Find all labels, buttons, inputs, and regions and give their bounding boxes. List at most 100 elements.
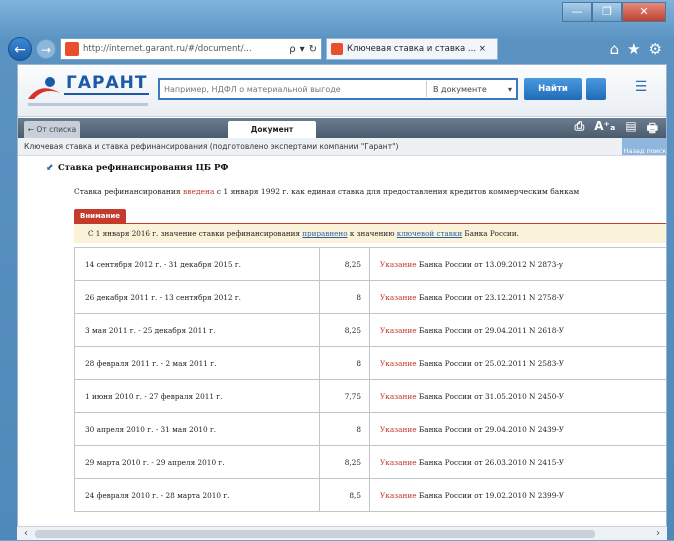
title-bar: — ❐ ✕ [0, 0, 674, 36]
navigation-bar: ← → http://internet.garant.ru/#/document… [8, 36, 666, 62]
browser-window: — ❐ ✕ ← → http://internet.garant.ru/#/do… [0, 0, 674, 540]
source-text: Банка России от 26.03.2010 N 2415-У [416, 457, 565, 467]
table-row: 3 мая 2011 г. - 25 декабря 2011 г. 8,25 Ук… [74, 313, 666, 347]
instruction-link[interactable]: Указание [380, 260, 417, 269]
period-cell: 30 апреля 2010 г. - 31 мая 2010 г. [74, 412, 320, 446]
note-link-equated[interactable]: приравнено [302, 229, 347, 238]
rate-cell: 8 [319, 412, 370, 446]
site-favicon [65, 42, 79, 56]
document-paragraph: Ставка рефинансирования введена с 1 янва… [74, 187, 664, 196]
document-body: ⬋ Ставка рефинансирования ЦБ РФ Ставка р… [18, 157, 666, 539]
period-cell: 26 декабря 2011 г. - 13 сентября 2012 г. [74, 280, 320, 314]
period-cell: 24 февраля 2010 г. - 28 марта 2010 г. [74, 478, 320, 512]
instruction-link[interactable]: Указание [380, 293, 417, 302]
table-row: 30 апреля 2010 г. - 31 мая 2010 г. 8 Указа… [74, 412, 666, 446]
source-text: Банка России от 23.12.2011 N 2758-У [416, 292, 565, 302]
source-text: Банка России от 19.02.2010 N 2399-У [416, 490, 565, 500]
search-scope-select[interactable]: В документе ▾ [426, 81, 512, 97]
search-button[interactable]: Найти [524, 78, 582, 100]
address-url[interactable]: http://internet.garant.ru/#/document/... [83, 44, 285, 54]
instruction-link[interactable]: Указание [380, 491, 417, 500]
refresh-icon[interactable]: ↻ [309, 44, 317, 55]
source-text: Банка России от 31.05.2010 N 2450-У [416, 391, 565, 401]
page-viewport: ГАРАНТ Например, НДФЛ о материальной выг… [17, 64, 667, 540]
paragraph-text-end: с 1 января 1992 г. как единая ставка для… [214, 187, 580, 196]
source-cell: Указание Банка России от 31.05.2010 N 24… [369, 379, 666, 413]
instruction-link[interactable]: Указание [380, 392, 417, 401]
minimize-button[interactable]: — [562, 2, 592, 22]
address-bar[interactable]: http://internet.garant.ru/#/document/...… [60, 38, 322, 60]
profile-icon[interactable]: ☰ [628, 79, 654, 99]
document-tabstrip: ← От списка Документ ⎙ A⁺ₐ ▤ 🖶 [18, 118, 666, 140]
tab-favicon [331, 43, 343, 55]
chevron-down-icon: ▾ [507, 84, 512, 94]
period-cell: 29 марта 2010 г. - 29 апреля 2010 г. [74, 445, 320, 479]
bookmark-icon[interactable]: ⎙ [575, 119, 585, 140]
garant-header: ГАРАНТ Например, НДФЛ о материальной выг… [18, 65, 666, 117]
table-row: 24 февраля 2010 г. - 28 марта 2010 г. 8,5… [74, 478, 666, 512]
home-icon[interactable]: ⌂ [610, 40, 620, 58]
garant-logo-mark [28, 77, 60, 99]
font-size-icon[interactable]: A⁺ₐ [594, 119, 615, 140]
breadcrumb-text: Ключевая ставка и ставка рефинансировани… [24, 142, 399, 151]
instruction-link[interactable]: Указание [380, 359, 417, 368]
horizontal-scrollbar[interactable]: ‹ › [17, 526, 667, 540]
period-cell: 14 сентября 2012 г. - 31 декабря 2015 г. [74, 247, 320, 281]
close-button[interactable]: ✕ [622, 2, 666, 22]
instruction-link[interactable]: Указание [380, 425, 417, 434]
source-cell: Указание Банка России от 23.12.2011 N 27… [369, 280, 666, 314]
forward-button[interactable]: → [36, 39, 56, 59]
side-panel-button[interactable]: Назад поиск [622, 138, 666, 155]
instruction-link[interactable]: Указание [380, 458, 417, 467]
rate-cell: 8,25 [319, 313, 370, 347]
source-text: Банка России от 29.04.2010 N 2439-У [416, 424, 565, 434]
search-input[interactable]: Например, НДФЛ о материальной выгоде [164, 85, 426, 94]
table-row: 14 сентября 2012 г. - 31 декабря 2015 г.… [74, 247, 666, 281]
back-button[interactable]: ← [8, 37, 32, 61]
instruction-link[interactable]: Указание [380, 326, 417, 335]
favorites-star-icon[interactable]: ★ [627, 40, 640, 58]
rate-cell: 8,5 [319, 478, 370, 512]
tab-back-to-list[interactable]: ← От списка [24, 121, 80, 138]
table-row: 1 июня 2010 г. - 27 февраля 2011 г. 7,75 У… [74, 379, 666, 413]
rate-cell: 8,25 [319, 445, 370, 479]
search-scope-value: В документе [433, 84, 487, 94]
source-cell: Указание Банка России от 25.02.2011 N 25… [369, 346, 666, 380]
source-cell: Указание Банка России от 29.04.2010 N 24… [369, 412, 666, 446]
expand-arrow-icon[interactable]: ⬋ [46, 163, 54, 173]
search-icon[interactable]: ρ [289, 44, 295, 55]
print-icon[interactable]: 🖶 [647, 119, 658, 140]
maximize-button[interactable]: ❐ [592, 2, 622, 22]
paragraph-text: Ставка рефинансирования [74, 187, 184, 196]
document-tools: ⎙ A⁺ₐ ▤ 🖶 [575, 119, 658, 140]
source-text: Банка России от 29.04.2011 N 2618-У [416, 325, 565, 335]
source-text: Банка России от 13.09.2012 N 2873-у [416, 259, 564, 269]
note-link-key-rate[interactable]: ключевой ставки [397, 229, 462, 238]
period-cell: 28 февраля 2011 г. - 2 мая 2011 г. [74, 346, 320, 380]
scroll-right-arrow[interactable]: › [651, 527, 665, 541]
note-text: С 1 января 2016 г. значение ставки рефин… [88, 229, 303, 238]
source-cell: Указание Банка России от 29.04.2011 N 26… [369, 313, 666, 347]
rate-cell: 7,75 [319, 379, 370, 413]
dropdown-icon[interactable]: ▾ [300, 44, 305, 55]
logo-underline [28, 103, 148, 106]
search-options-button[interactable] [586, 78, 606, 100]
garant-logo[interactable]: ГАРАНТ [26, 71, 156, 109]
browser-toolbar: ⌂ ★ ⚙ [610, 40, 666, 58]
rates-table: 14 сентября 2012 г. - 31 декабря 2015 г.… [74, 247, 666, 512]
tab-title: Ключевая ставка и ставка ... × [347, 44, 486, 54]
table-row: 29 марта 2010 г. - 29 апреля 2010 г. 8,25… [74, 445, 666, 479]
document-title: Ставка рефинансирования ЦБ РФ [58, 163, 229, 173]
paragraph-link[interactable]: введена [183, 187, 214, 196]
attention-badge: Внимание [74, 209, 127, 223]
save-icon[interactable]: ▤ [625, 119, 636, 140]
period-cell: 3 мая 2011 г. - 25 декабря 2011 г. [74, 313, 320, 347]
source-cell: Указание Банка России от 19.02.2010 N 23… [369, 478, 666, 512]
settings-gear-icon[interactable]: ⚙ [649, 40, 662, 58]
tab-document[interactable]: Документ [228, 121, 316, 138]
scrollbar-thumb[interactable] [35, 530, 595, 538]
attention-note: С 1 января 2016 г. значение ставки рефин… [74, 223, 666, 243]
browser-tab[interactable]: Ключевая ставка и ставка ... × [326, 38, 498, 60]
scroll-left-arrow[interactable]: ‹ [19, 527, 33, 541]
search-field[interactable]: Например, НДФЛ о материальной выгоде В д… [158, 78, 518, 100]
